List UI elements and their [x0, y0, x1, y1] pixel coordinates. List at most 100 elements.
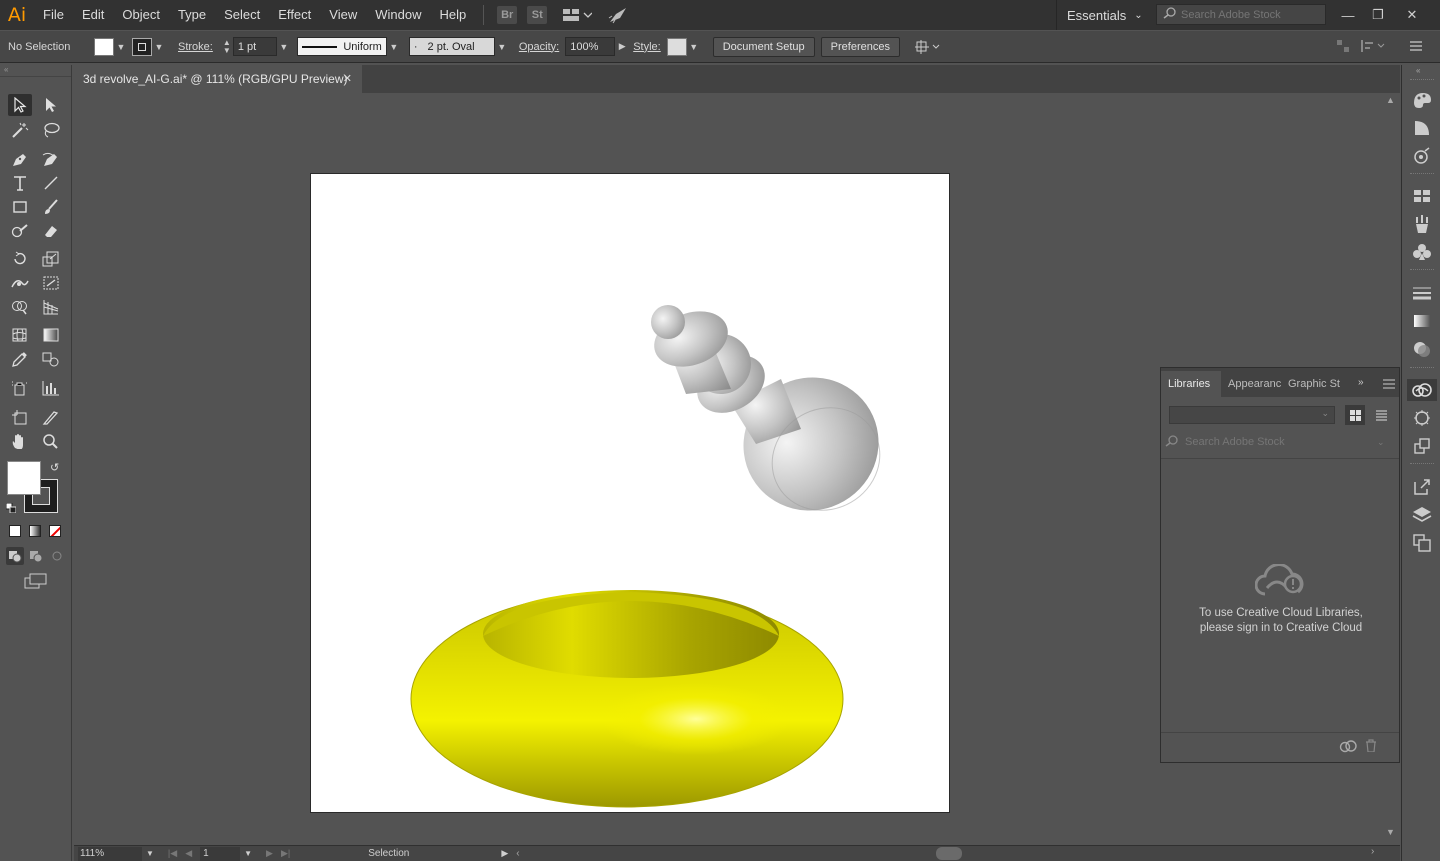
recolor-icon[interactable] [1411, 145, 1433, 167]
minimize-button[interactable]: — [1332, 0, 1364, 30]
graphic-styles-icon[interactable] [1411, 435, 1433, 457]
document-setup-button[interactable]: Document Setup [712, 36, 815, 57]
opacity-label[interactable]: Opacity: [519, 41, 559, 53]
preferences-button[interactable]: Preferences [820, 36, 900, 57]
color-mode-icon[interactable] [9, 525, 21, 537]
chevron-down-icon[interactable]: ▼ [495, 38, 509, 56]
chevron-down-icon[interactable]: ▼ [687, 38, 701, 56]
menu-select[interactable]: Select [215, 0, 269, 30]
curvature-tool[interactable] [39, 148, 63, 170]
shaper-tool[interactable] [8, 220, 32, 242]
stroke-stepper[interactable]: ▲ ▼ [223, 38, 233, 55]
rectangle-tool[interactable] [8, 196, 32, 218]
brush-definition[interactable]: · 2 pt. Oval [408, 37, 495, 56]
status-menu-icon[interactable]: ▶ [501, 848, 508, 859]
color-panel-icon[interactable] [1411, 89, 1433, 111]
zoom-level-field[interactable]: 111% [78, 846, 142, 861]
lasso-tool[interactable] [39, 119, 63, 141]
artboards-icon[interactable] [1411, 532, 1433, 554]
gradient-mode-icon[interactable] [29, 525, 41, 537]
chevron-down-icon[interactable]: ▼ [152, 38, 166, 56]
menu-effect[interactable]: Effect [269, 0, 320, 30]
collapse-panel-icon[interactable]: « [0, 65, 71, 77]
chevron-down-icon[interactable]: ▼ [387, 38, 401, 56]
last-artboard-icon[interactable]: ▶| [281, 848, 290, 859]
slice-tool[interactable] [39, 406, 63, 428]
eyedropper-tool[interactable] [8, 348, 32, 370]
style-label[interactable]: Style: [633, 41, 661, 53]
perspective-grid-tool[interactable] [39, 296, 63, 318]
menu-type[interactable]: Type [169, 0, 215, 30]
symbol-sprayer-tool[interactable] [8, 377, 32, 399]
expand-panels-icon[interactable]: « [1416, 66, 1420, 75]
tab-graphic-styles[interactable]: Graphic St [1281, 371, 1341, 397]
pawn-shape[interactable] [646, 302, 902, 536]
libraries-panel-icon[interactable] [1407, 379, 1437, 401]
close-window-button[interactable]: ✕ [1396, 0, 1428, 30]
next-artboard-icon[interactable]: ▶ [266, 848, 273, 859]
control-menu-icon[interactable] [1410, 40, 1422, 55]
symbols-icon[interactable] [1411, 241, 1433, 263]
gradient-panel-icon[interactable] [1411, 310, 1433, 332]
isolate-icon[interactable] [914, 39, 942, 55]
library-search-input[interactable] [1185, 436, 1375, 448]
selection-tool[interactable] [8, 94, 32, 116]
rotate-tool[interactable] [8, 248, 32, 270]
horizontal-scroll-thumb[interactable] [936, 847, 962, 860]
torus-shape[interactable] [410, 590, 844, 808]
menu-edit[interactable]: Edit [73, 0, 113, 30]
library-search-field[interactable]: ⌄ [1165, 433, 1395, 451]
document-tab[interactable]: 3d revolve_AI-G.ai* @ 111% (RGB/GPU Prev… [74, 65, 362, 93]
shape-builder-tool[interactable] [8, 296, 32, 318]
width-tool[interactable] [8, 272, 32, 294]
stroke-swatch[interactable] [132, 37, 152, 56]
first-artboard-icon[interactable]: |◀ [168, 848, 177, 859]
eraser-tool[interactable] [39, 220, 63, 242]
export-icon[interactable] [1411, 476, 1433, 498]
scale-tool[interactable] [39, 248, 63, 270]
line-segment-tool[interactable] [39, 172, 63, 194]
transparency-icon[interactable] [1411, 338, 1433, 360]
blend-tool[interactable] [39, 348, 63, 370]
artboard-tool[interactable] [8, 406, 32, 428]
panel-menu-icon[interactable] [1383, 378, 1395, 392]
gradient-tool[interactable] [39, 324, 63, 346]
stock-search-field[interactable] [1156, 4, 1326, 25]
artboard-number-field[interactable]: 1 [200, 846, 241, 861]
tab-appearance[interactable]: Appearanc [1221, 371, 1281, 397]
variable-width-profile[interactable]: Uniform [296, 37, 387, 56]
tab-libraries[interactable]: Libraries [1161, 371, 1221, 397]
chevron-down-icon[interactable]: ▼ [277, 38, 291, 56]
artboard[interactable] [310, 173, 950, 813]
free-transform-tool[interactable] [39, 272, 63, 294]
gpu-performance-icon[interactable] [608, 6, 628, 24]
layers-icon[interactable] [1411, 504, 1433, 526]
scroll-right-icon[interactable]: › [1371, 846, 1374, 857]
stock-button[interactable]: St [527, 6, 548, 24]
default-colors-icon[interactable] [5, 502, 17, 514]
appearance-icon[interactable] [1411, 407, 1433, 429]
color-guide-icon[interactable] [1411, 117, 1433, 139]
column-graph-tool[interactable] [39, 377, 63, 399]
library-selector[interactable]: ⌄ [1169, 406, 1335, 424]
type-tool[interactable] [8, 172, 32, 194]
swap-fill-stroke-icon[interactable]: ↺ [50, 461, 59, 474]
workspace-switcher[interactable]: Essentials ⌄ [1056, 0, 1143, 30]
stock-search-input[interactable] [1181, 8, 1321, 21]
none-mode-icon[interactable] [49, 525, 61, 537]
scroll-left-icon[interactable]: ‹ [516, 848, 519, 859]
list-view-button[interactable] [1371, 405, 1391, 425]
pen-tool[interactable] [8, 148, 32, 170]
fill-swatch[interactable] [94, 37, 114, 56]
scroll-up-icon[interactable]: ▲ [1386, 95, 1395, 105]
menu-window[interactable]: Window [366, 0, 430, 30]
draw-inside-icon[interactable] [48, 547, 66, 565]
mesh-tool[interactable] [8, 324, 32, 346]
hand-tool[interactable] [8, 430, 32, 452]
chevron-right-icon[interactable]: ▶ [615, 38, 629, 56]
paintbrush-tool[interactable] [39, 196, 63, 218]
align-icon[interactable] [1336, 39, 1350, 56]
chevron-down-icon[interactable]: ▼ [114, 38, 128, 56]
magic-wand-tool[interactable] [8, 119, 32, 141]
menu-file[interactable]: File [34, 0, 73, 30]
